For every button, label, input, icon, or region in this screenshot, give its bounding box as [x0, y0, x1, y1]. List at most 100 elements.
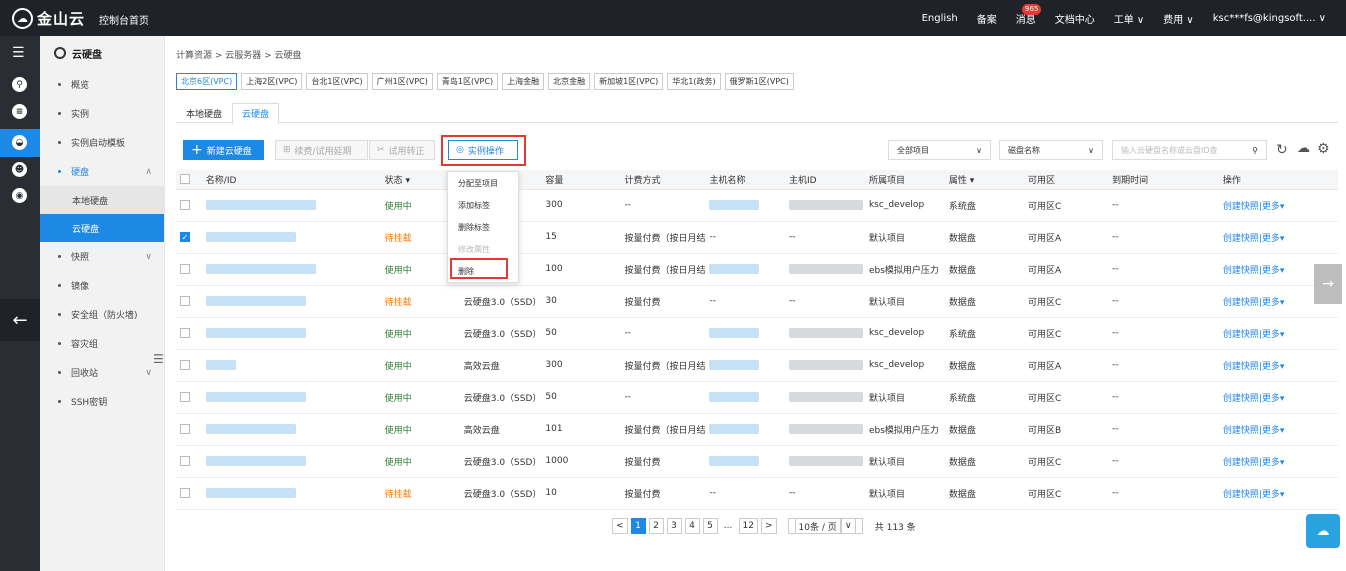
table-row[interactable]: 使用中 100 按量付费（按日月结 ebs模拟用户压力 数据盘 可用区A -- 创建快照|更多…	[176, 253, 1338, 286]
sidebar-item[interactable]: 快照 ∨	[40, 242, 164, 271]
row-checkbox[interactable]	[180, 391, 190, 402]
sidebar-item[interactable]: 实例启动模板	[40, 128, 164, 157]
create-snapshot-link[interactable]: 创建快照	[1223, 394, 1259, 404]
row-checkbox[interactable]: ✓	[180, 231, 190, 242]
table-row[interactable]: 使用中 云硬盘3.0（SSD） 50 -- ksc_develop 系统盘 可用区C -- 创建…	[176, 317, 1338, 350]
create-snapshot-link[interactable]: 创建快照	[1223, 330, 1259, 340]
refresh-icon[interactable]: ↻	[1276, 142, 1288, 158]
trial-convert-button[interactable]: ✂ 试用转正	[369, 140, 435, 160]
row-checkbox-cell[interactable]	[176, 285, 202, 318]
table-row[interactable]: 使用中 云硬盘3.0（SSD） 50 -- 默认项目 系统盘 可用区C -- 创建快照|更多▾	[176, 381, 1338, 414]
cloud-rail-icon[interactable]: ◉	[12, 188, 27, 203]
more-actions-link[interactable]: 更多▾	[1262, 490, 1285, 500]
top-nav-item[interactable]: ksc***fs@kingsoft.... ∨	[1213, 13, 1326, 24]
sidebar-item[interactable]: 回收站 ∨	[40, 358, 164, 387]
row-checkbox-cell[interactable]	[176, 349, 202, 382]
row-checkbox-cell[interactable]	[176, 477, 202, 510]
table-row[interactable]: 使用中 300 -- ksc_develop 系统盘 可用区C -- 创建快照|更多▾	[176, 189, 1338, 222]
row-checkbox-cell[interactable]	[176, 413, 202, 446]
list-rail-icon[interactable]: ≡	[12, 104, 27, 119]
search-icon[interactable]: ⚲	[1252, 146, 1258, 155]
cloud-download-icon[interactable]: ☁	[1297, 141, 1310, 156]
sidebar-item[interactable]: 硬盘 ∧	[40, 157, 164, 186]
sidebar-resize-handle-icon[interactable]: ☰	[153, 352, 164, 366]
search-rail-icon[interactable]: ⚲	[12, 77, 27, 92]
create-snapshot-link[interactable]: 创建快照	[1223, 426, 1259, 436]
page-number[interactable]: 12	[738, 518, 758, 534]
top-nav-item[interactable]: 文档中心	[1055, 11, 1095, 26]
row-checkbox[interactable]	[180, 263, 190, 274]
region-tab[interactable]: 上海2区(VPC)	[241, 73, 303, 90]
region-tab[interactable]: 新加坡1区(VPC)	[594, 73, 664, 90]
dropdown-item[interactable]: 删除标签	[448, 216, 518, 238]
top-nav-item[interactable]: 工单 ∨	[1114, 11, 1145, 26]
more-actions-link[interactable]: 更多▾	[1262, 234, 1285, 244]
region-tab[interactable]: 北京金融	[548, 73, 591, 90]
row-checkbox[interactable]	[180, 359, 190, 370]
kingsoft-logo[interactable]: ☁ 金山云	[12, 8, 85, 29]
row-checkbox[interactable]	[180, 423, 190, 434]
filter-icon[interactable]: ▾	[403, 176, 410, 186]
console-home-link[interactable]: 控制台首页	[99, 12, 149, 27]
more-actions-link[interactable]: 更多▾	[1262, 362, 1285, 372]
row-checkbox-cell[interactable]	[176, 189, 202, 222]
page-number[interactable]: 1	[630, 518, 646, 534]
more-actions-link[interactable]: 更多▾	[1262, 394, 1285, 404]
create-snapshot-link[interactable]: 创建快照	[1223, 362, 1259, 372]
region-tab[interactable]: 俄罗斯1区(VPC)	[724, 73, 794, 90]
create-snapshot-link[interactable]: 创建快照	[1223, 234, 1259, 244]
sidebar-item[interactable]: 概览	[40, 70, 164, 99]
field-select[interactable]: 磁盘名称 ∨	[999, 140, 1103, 160]
select-all-cell[interactable]	[176, 170, 202, 190]
search-input[interactable]: 输入云硬盘名称或云盘ID查 ⚲	[1112, 140, 1267, 160]
page-number[interactable]: 3	[666, 518, 682, 534]
sidebar-item[interactable]: 镜像	[40, 271, 164, 300]
row-checkbox[interactable]	[180, 327, 190, 338]
row-checkbox[interactable]	[180, 455, 190, 466]
prev-page-button[interactable]: <	[612, 518, 628, 534]
top-nav-item[interactable]: 费用 ∨	[1163, 11, 1194, 26]
disk-rail-icon[interactable]: ◒	[12, 135, 27, 150]
sidebar-item[interactable]: 容灾组	[40, 329, 164, 358]
table-row[interactable]: 使用中 高效云盘 300 按量付费（按日月结 ksc_develop 数据盘 可用区A -- 创…	[176, 349, 1338, 382]
dropdown-item[interactable]: 添加标签	[448, 194, 518, 216]
project-select[interactable]: 全部项目 ∨	[888, 140, 991, 160]
more-actions-link[interactable]: 更多▾	[1262, 458, 1285, 468]
create-snapshot-link[interactable]: 创建快照	[1223, 266, 1259, 276]
settings-gear-icon[interactable]: ⚙	[1317, 141, 1330, 157]
filter-icon[interactable]: ▾	[967, 176, 975, 186]
top-nav-item[interactable]: English	[922, 13, 958, 24]
cloud-assistant-icon[interactable]: ☁	[1306, 514, 1340, 548]
tab[interactable]: 云硬盘	[232, 103, 280, 125]
select-all-checkbox[interactable]	[180, 174, 190, 184]
page-number[interactable]: 4	[684, 518, 700, 534]
tab[interactable]: 本地硬盘	[176, 103, 232, 124]
more-actions-link[interactable]: 更多▾	[1262, 266, 1285, 276]
row-checkbox[interactable]	[180, 199, 190, 210]
region-tab[interactable]: 广州1区(VPC)	[371, 73, 433, 90]
page-number[interactable]: 2	[648, 518, 664, 534]
more-actions-link[interactable]: 更多▾	[1262, 426, 1285, 436]
table-row[interactable]: 待挂载 云硬盘3.0（SSD） 10 按量付费 -- -- 默认项目 数据盘 可用区C -- 创建快…	[176, 477, 1338, 510]
sidebar-subitem[interactable]: 云硬盘	[40, 214, 164, 242]
row-checkbox[interactable]	[180, 487, 190, 498]
region-tab[interactable]: 上海金融	[502, 73, 545, 90]
table-row[interactable]: 使用中 云硬盘3.0（SSD） 1000 按量付费 默认项目 数据盘 可用区C -- 创建快照|…	[176, 445, 1338, 478]
top-nav-item[interactable]: 备案	[977, 11, 997, 26]
region-tab[interactable]: 华北1(政务)	[667, 73, 721, 90]
sidebar-item[interactable]: SSH密钥	[40, 387, 164, 416]
table-row[interactable]: ✓ 待挂载 15 按量付费（按日月结 -- -- 默认项目 数据盘 可用区A -- 创建快照|更多▾	[176, 221, 1338, 254]
create-disk-button[interactable]: + 新建云硬盘	[183, 140, 264, 160]
more-actions-link[interactable]: 更多▾	[1262, 330, 1285, 340]
create-snapshot-link[interactable]: 创建快照	[1223, 458, 1259, 468]
dropdown-item[interactable]: 分配至项目	[448, 172, 518, 194]
row-checkbox-cell[interactable]	[176, 317, 202, 350]
table-row[interactable]: 待挂载 云硬盘3.0（SSD） 30 按量付费 -- -- 默认项目 数据盘 可用区C -- 创建快…	[176, 285, 1338, 318]
more-actions-link[interactable]: 更多▾	[1262, 298, 1285, 308]
hamburger-menu-icon[interactable]: ☰	[12, 45, 25, 61]
row-checkbox-cell[interactable]	[176, 381, 202, 414]
sidebar-item[interactable]: 实例	[40, 99, 164, 128]
region-tab[interactable]: 台北1区(VPC)	[306, 73, 368, 90]
page-size-select[interactable]: 10条 / 页 ∨	[787, 518, 863, 534]
create-snapshot-link[interactable]: 创建快照	[1223, 298, 1259, 308]
